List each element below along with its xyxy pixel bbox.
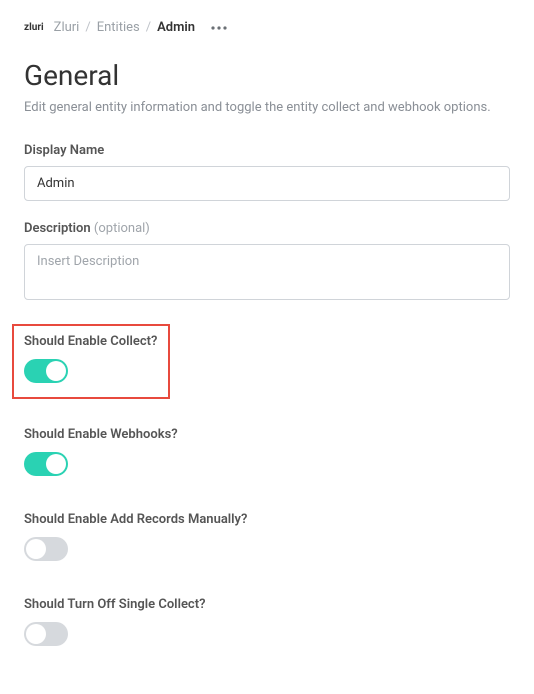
breadcrumb-separator: / xyxy=(85,20,90,35)
single-collect-label: Should Turn Off Single Collect? xyxy=(24,597,510,612)
display-name-field: Display Name xyxy=(24,143,510,201)
display-name-input[interactable] xyxy=(24,166,510,201)
toggle-knob xyxy=(46,361,66,381)
toggle-knob xyxy=(46,454,66,474)
breadcrumb-item-zluri[interactable]: Zluri xyxy=(54,20,80,35)
enable-collect-label: Should Enable Collect? xyxy=(24,334,158,349)
single-collect-row: Should Turn Off Single Collect? xyxy=(24,589,510,654)
optional-label: (optional) xyxy=(94,221,150,236)
description-field: Description (optional) xyxy=(24,221,510,304)
breadcrumb-item-entities[interactable]: Entities xyxy=(97,20,140,35)
page-subtitle: Edit general entity information and togg… xyxy=(24,100,510,115)
toggle-knob xyxy=(26,624,46,644)
add-records-row: Should Enable Add Records Manually? xyxy=(24,504,510,569)
toggle-knob xyxy=(26,539,46,559)
brand-logo: zluri xyxy=(24,22,44,33)
description-input[interactable] xyxy=(24,244,510,300)
breadcrumb-item-admin: Admin xyxy=(157,20,195,35)
description-label: Description (optional) xyxy=(24,221,510,236)
add-records-label: Should Enable Add Records Manually? xyxy=(24,512,510,527)
breadcrumb-separator: / xyxy=(146,20,151,35)
page-title: General xyxy=(24,59,510,92)
enable-collect-highlight: Should Enable Collect? xyxy=(12,324,170,399)
enable-webhooks-row: Should Enable Webhooks? xyxy=(24,419,510,484)
enable-webhooks-label: Should Enable Webhooks? xyxy=(24,427,510,442)
more-options-icon[interactable] xyxy=(211,26,227,30)
display-name-label: Display Name xyxy=(24,143,510,158)
enable-webhooks-toggle[interactable] xyxy=(24,452,68,476)
single-collect-toggle[interactable] xyxy=(24,622,68,646)
add-records-toggle[interactable] xyxy=(24,537,68,561)
enable-collect-toggle[interactable] xyxy=(24,359,68,383)
breadcrumb: zluri Zluri / Entities / Admin xyxy=(24,20,510,35)
